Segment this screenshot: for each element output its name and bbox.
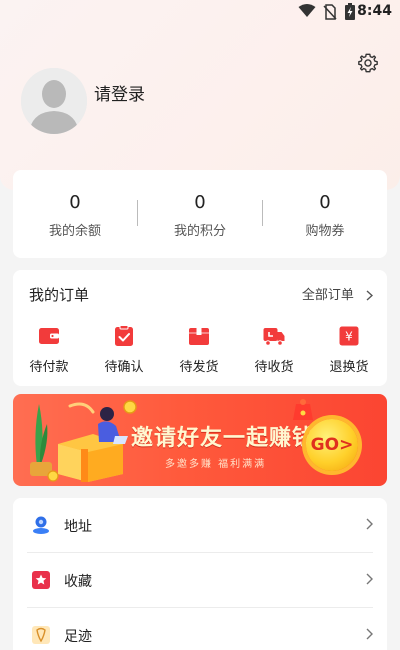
banner-title: 邀请好友一起赚钱 [131,426,316,451]
status-time: 8:44 [357,3,392,19]
stat-balance[interactable]: 0 我的余额 [13,192,137,239]
order-pending-payment[interactable]: 待付款 [19,324,79,375]
menu-item-footprints-label: 足迹 [64,629,92,645]
order-pending-receipt[interactable]: 待收货 [244,324,304,375]
order-pending-payment-label: 待付款 [29,360,69,375]
coupons-value: 0 [319,192,331,213]
favorite-icon [32,571,50,589]
package-icon [189,328,209,345]
refund-icon: ¥ [339,326,359,346]
account-stats-card: 0 我的余额 0 我的积分 0 购物券 [13,170,387,258]
menu-item-favorites[interactable]: 收藏 [13,553,387,608]
truck-icon [263,328,285,346]
no-sim-icon [323,4,337,20]
login-prompt[interactable]: 请登录 [94,80,145,105]
all-orders-link[interactable]: 全部订单 [302,284,373,303]
svg-text:¥: ¥ [345,330,353,344]
order-pending-shipment-label: 待发货 [179,360,219,375]
status-bar: 8:44 [0,0,400,24]
default-user-icon [21,68,87,134]
footprint-icon [32,626,50,644]
balance-label: 我的余额 [48,224,101,239]
location-icon [33,516,49,534]
menu-item-address-label: 地址 [64,519,92,535]
order-pending-shipment[interactable]: 待发货 [169,324,229,375]
avatar[interactable] [21,68,87,134]
balance-value: 0 [69,192,81,213]
order-pending-confirm[interactable]: 待确认 [94,324,154,375]
menu-item-favorites-label: 收藏 [64,574,92,590]
settings-gear-icon[interactable] [357,52,379,74]
orders-title: 我的订单 [29,286,90,304]
chevron-right-icon [366,628,373,640]
stat-points[interactable]: 0 我的积分 [138,192,262,239]
chevron-right-icon [366,518,373,530]
menu-item-footprints[interactable]: 足迹 [13,608,387,650]
points-label: 我的积分 [173,224,226,239]
chevron-right-icon [366,290,373,301]
wifi-icon [298,4,316,17]
chevron-right-icon [366,573,373,585]
order-pending-receipt-label: 待收货 [254,360,294,375]
wallet-icon [39,328,59,344]
profile-menu-card: 地址 收藏 足迹 [13,498,387,650]
coupons-label: 购物券 [305,224,345,239]
invite-friends-banner[interactable]: 邀请好友一起赚钱 多邀多赚 福利满满 GO> [13,394,387,486]
order-pending-confirm-label: 待确认 [104,360,144,375]
order-returns[interactable]: ¥ 退换货 [319,324,379,375]
go-button[interactable]: GO> [306,419,358,471]
confirm-icon [115,325,133,346]
menu-item-address[interactable]: 地址 [13,498,387,553]
my-orders-card: 我的订单 全部订单 待付款 待确认 待发货 待收货 ¥ 退换货 [13,270,387,386]
all-orders-label: 全部订单 [301,288,354,303]
order-returns-label: 退换货 [329,360,369,375]
stat-coupons[interactable]: 0 购物券 [263,192,387,239]
points-value: 0 [194,192,206,213]
battery-charging-icon [345,3,355,20]
banner-subtitle: 多邀多赚 福利满满 [165,459,267,470]
